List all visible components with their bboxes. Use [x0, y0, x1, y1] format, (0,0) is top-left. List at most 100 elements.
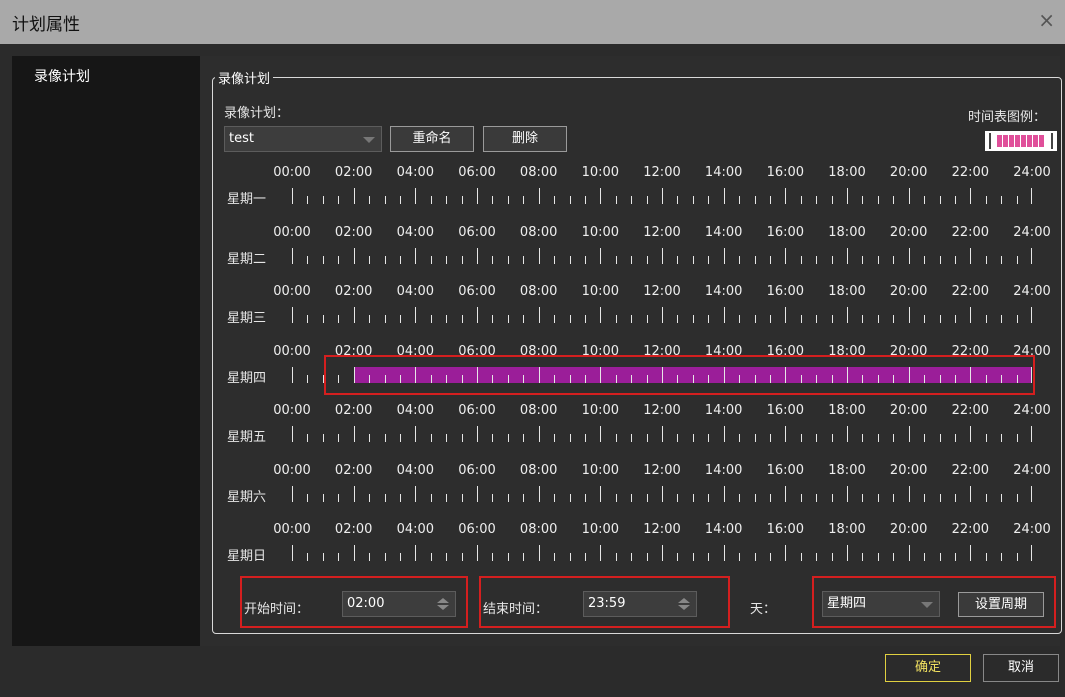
delete-button[interactable]: 删除 [483, 126, 567, 152]
time-tick [831, 553, 833, 561]
time-tick [369, 196, 371, 204]
cancel-button[interactable]: 取消 [983, 654, 1059, 682]
time-tick [307, 434, 309, 442]
hour-label: 04:00 [396, 403, 435, 418]
end-time-label: 结束时间： [483, 602, 549, 617]
time-tick [862, 255, 864, 264]
time-track[interactable] [292, 188, 1032, 204]
time-tick [292, 545, 293, 561]
hour-label: 06:00 [458, 462, 496, 478]
ok-button[interactable]: 确定 [885, 654, 971, 682]
hour-label: 18:00 [828, 403, 866, 418]
time-track[interactable] [292, 366, 1032, 383]
time-track[interactable] [292, 545, 1032, 561]
time-tick [600, 366, 602, 383]
time-tick [492, 196, 494, 204]
time-tick [754, 493, 756, 502]
time-tick [862, 553, 864, 561]
time-tick [800, 493, 802, 502]
spin-up-icon[interactable] [678, 598, 690, 603]
time-tick [446, 196, 448, 204]
time-tick [970, 307, 972, 323]
close-icon[interactable]: × [1038, 8, 1055, 32]
time-tick [708, 315, 710, 323]
spin-down-icon[interactable] [437, 605, 449, 610]
time-tick [322, 255, 324, 264]
time-tick [816, 553, 818, 561]
time-tick [1031, 307, 1032, 323]
plan-select[interactable]: test [224, 126, 382, 152]
sidebar-item-recording-plan[interactable]: 录像计划 [34, 66, 90, 86]
time-tick [862, 493, 864, 502]
hour-label: 14:00 [704, 224, 743, 240]
day-name: 星期三 [227, 311, 267, 326]
hour-label: 08:00 [519, 343, 558, 359]
hour-label: 06:00 [458, 284, 496, 299]
hour-label: 08:00 [519, 224, 558, 240]
time-tick [954, 374, 956, 383]
time-tick [461, 255, 463, 264]
time-tick [1016, 315, 1018, 323]
time-tick [338, 315, 340, 323]
time-tick [461, 434, 463, 442]
time-tick [723, 426, 725, 442]
time-tick [646, 196, 648, 204]
time-tick [692, 196, 694, 204]
spin-down-icon[interactable] [678, 605, 690, 610]
time-tick [322, 493, 324, 502]
time-tick [1016, 434, 1018, 442]
time-tick [369, 434, 371, 442]
time-tick [615, 493, 617, 502]
time-track[interactable] [292, 247, 1032, 264]
time-tick [569, 553, 571, 561]
hour-label: 12:00 [643, 284, 681, 299]
time-tick [769, 434, 771, 442]
time-tick [523, 553, 525, 561]
hour-label: 24:00 [1013, 343, 1051, 359]
hour-label: 08:00 [519, 462, 558, 478]
time-tick [569, 255, 571, 264]
time-tick [600, 307, 602, 323]
time-tick [708, 196, 710, 204]
time-tick [939, 315, 941, 323]
time-tick [430, 553, 432, 561]
time-tick [816, 255, 818, 264]
time-track[interactable] [292, 307, 1032, 323]
hour-label: 00:00 [273, 165, 311, 180]
start-time-spinner[interactable]: 02:00 [342, 591, 456, 617]
time-tick [523, 196, 525, 204]
time-tick [569, 196, 571, 204]
time-tick [924, 255, 926, 264]
time-tick [415, 485, 417, 502]
day-select[interactable]: 星期四 [822, 591, 940, 617]
hour-label: 14:00 [704, 462, 743, 478]
end-time-spinner[interactable]: 23:59 [583, 591, 697, 617]
time-tick [338, 196, 340, 204]
time-tick [322, 196, 324, 204]
time-tick [785, 247, 787, 264]
time-tick [754, 196, 756, 204]
time-tick [862, 434, 864, 442]
time-tick [847, 366, 848, 383]
day-row: 星期三 00:00 02:00 04:00 06:00 08:00 10:00 12:00 14… [200, 281, 1060, 339]
time-track[interactable] [292, 426, 1032, 442]
hour-label: 22:00 [951, 165, 990, 180]
time-tick [970, 247, 972, 264]
time-tick [1001, 434, 1003, 442]
set-period-button[interactable]: 设置周期 [958, 592, 1044, 617]
time-tick [430, 374, 432, 383]
time-tick [954, 315, 956, 323]
time-tick [800, 374, 802, 383]
time-tick [939, 374, 941, 383]
hour-label: 02:00 [334, 165, 373, 180]
rename-button[interactable]: 重命名 [390, 126, 474, 152]
time-tick [769, 315, 771, 323]
time-tick [507, 374, 509, 383]
time-tick [538, 247, 540, 264]
time-tick [831, 374, 833, 383]
hour-label: 00:00 [273, 224, 311, 240]
time-track[interactable] [292, 485, 1032, 502]
hour-label: 24:00 [1013, 462, 1051, 478]
spin-up-icon[interactable] [437, 598, 449, 603]
time-tick [430, 434, 432, 442]
